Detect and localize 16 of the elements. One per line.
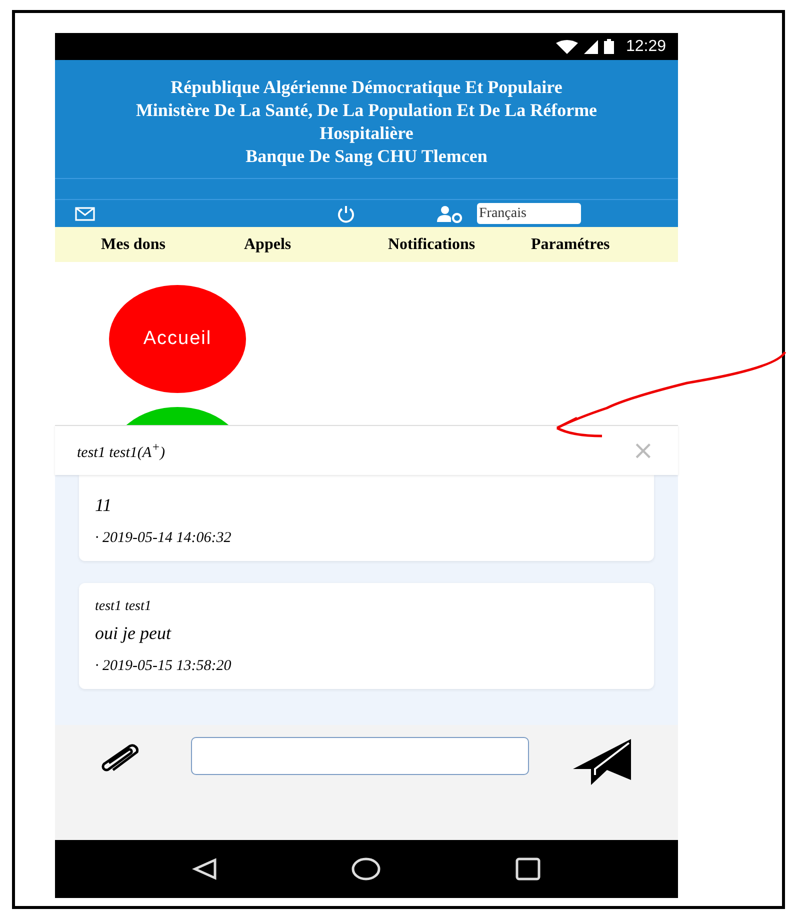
message-text: 11: [95, 495, 113, 516]
message-time: · 2019-05-14 14:06:32: [95, 530, 232, 547]
nav-tab[interactable]: Appels: [244, 236, 388, 254]
nav-tab[interactable]: Mes dons: [101, 236, 244, 254]
nav-tab[interactable]: Notifications: [388, 236, 531, 254]
header-title: Banque De Sang CHU Tlemcen: [244, 145, 488, 168]
language-select[interactable]: Français: [477, 203, 581, 224]
nav-tab[interactable]: Paramétres: [531, 236, 610, 254]
chat-title: test1 test1(A$^{+}$): [77, 440, 166, 462]
message-time: · 2019-05-15 13:58:20: [95, 658, 232, 675]
message-text: oui je peut: [95, 623, 172, 644]
header-title: Ministère De La Santé, De La Population Et De La Réforme Hospitalière: [134, 99, 598, 145]
header-title: République Algérienne Démocratique Et Populaire: [170, 76, 564, 99]
home-button[interactable]: Accueil: [109, 285, 246, 393]
status-time: 12:29: [626, 38, 666, 56]
message-sender: test1 test1: [95, 599, 152, 615]
